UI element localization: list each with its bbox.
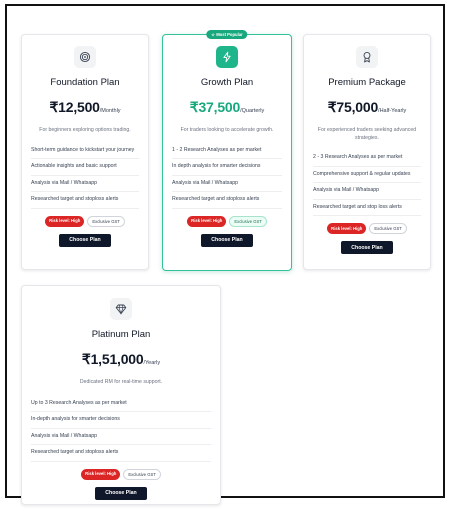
- price-row: ₹75,000/Half-Yearly: [304, 99, 430, 117]
- feature-item: 1 - 2 Research Analyses as per market: [172, 143, 282, 159]
- diamond-icon: [110, 298, 132, 320]
- plan-card-premium: Premium Package ₹75,000/Half-Yearly For …: [303, 34, 431, 270]
- badge-row: Risk level: High Exclusive GST: [163, 215, 291, 227]
- feature-item: Researched target and stoploss alerts: [172, 192, 282, 209]
- plan-card-growth: ☆ Most Popular Growth Plan ₹37,500/Quart…: [162, 30, 292, 271]
- risk-level-badge: Risk level: High: [187, 215, 227, 227]
- plan-description: Dedicated RM for real-time support.: [79, 379, 163, 385]
- feature-item: Researched target and stop loss alerts: [313, 200, 421, 216]
- plan-card-platinum: Platinum Plan ₹1,51,000/Yearly Dedicated…: [21, 285, 221, 505]
- plan-description: For experienced traders seeking advanced…: [317, 127, 417, 141]
- gst-badge: Exclusive GST: [123, 468, 161, 480]
- feature-item: Researched target and stoploss alerts: [31, 192, 139, 209]
- feature-item: Analysis via Mail / Whatsapp: [31, 176, 139, 192]
- plan-price: ₹75,000: [327, 99, 379, 115]
- choose-plan-button[interactable]: Choose Plan: [95, 486, 147, 500]
- feature-list: 1 - 2 Research Analyses as per market In…: [172, 143, 282, 209]
- feature-item: Analysis via Mail / Whatsapp: [313, 183, 421, 200]
- award-icon: [356, 46, 378, 68]
- price-row: ₹12,500/Monthly: [22, 99, 148, 117]
- plan-name: Premium Package: [328, 77, 406, 88]
- pricing-frame: Foundation Plan ₹12,500/Monthly For begi…: [5, 4, 445, 505]
- feature-item: In-depth analysis for smarter decisions: [31, 412, 211, 429]
- choose-plan-button[interactable]: Choose Plan: [341, 241, 393, 254]
- plan-description: For beginners exploring options trading.: [39, 127, 131, 133]
- feature-list: Up to 3 Research Analyses as per market …: [31, 396, 211, 462]
- risk-level-badge: Risk level: High: [327, 223, 367, 234]
- choose-plan-button[interactable]: Choose Plan: [59, 233, 111, 247]
- plan-price: ₹37,500: [189, 99, 241, 115]
- badge-row: Risk level: High Exclusive GST: [304, 223, 430, 234]
- feature-item: Analysis via Mail / Whatsapp: [31, 429, 211, 445]
- badge-row: Risk level: High Exclusive GST: [22, 468, 220, 480]
- feature-item: Up to 3 Research Analyses as per market: [31, 396, 211, 412]
- gst-badge: Exclusive GST: [87, 215, 125, 227]
- feature-item: Actionable insights and basic support: [31, 159, 139, 176]
- plan-name: Platinum Plan: [91, 329, 151, 340]
- plan-period: /Quarterly: [240, 108, 265, 114]
- badge-row: Risk level: High Exclusive GST: [22, 215, 148, 227]
- feature-item: Researched target and stoploss alerts: [31, 445, 211, 462]
- target-icon: [74, 46, 96, 68]
- most-popular-label: Most Popular: [216, 32, 243, 37]
- feature-item: 2 - 3 Research Analyses as per market: [313, 150, 421, 167]
- plan-name: Foundation Plan: [50, 77, 120, 88]
- gst-badge: Exclusive GST: [229, 215, 267, 227]
- plan-period: /Half-Yearly: [378, 108, 407, 114]
- risk-level-badge: Risk level: High: [45, 215, 85, 227]
- price-row: ₹37,500/Quarterly: [163, 99, 291, 117]
- feature-item: Analysis via Mail / Whatsapp: [172, 176, 282, 192]
- risk-level-badge: Risk level: High: [81, 468, 121, 480]
- most-popular-badge: ☆ Most Popular: [206, 30, 248, 39]
- gst-badge: Exclusive GST: [369, 223, 407, 234]
- feature-item: In depth analysis for smarter decisions: [172, 159, 282, 176]
- plan-name: Growth Plan: [200, 77, 254, 88]
- price-row: ₹1,51,000/Yearly: [22, 351, 220, 369]
- lightning-icon: [216, 46, 238, 68]
- feature-item: Short-term guidance to kickstart your jo…: [31, 143, 139, 159]
- plan-description: For traders looking to accelerate growth…: [180, 127, 274, 133]
- plan-period: /Yearly: [143, 360, 161, 366]
- feature-list: Short-term guidance to kickstart your jo…: [31, 143, 139, 209]
- plan-period: /Monthly: [99, 108, 121, 114]
- feature-item: Comprehensive support & regular updates: [313, 167, 421, 183]
- plan-price: ₹1,51,000: [81, 351, 144, 367]
- plan-card-foundation: Foundation Plan ₹12,500/Monthly For begi…: [21, 34, 149, 270]
- choose-plan-button[interactable]: Choose Plan: [201, 233, 253, 247]
- feature-list: 2 - 3 Research Analyses as per market Co…: [313, 150, 421, 216]
- plan-price: ₹12,500: [49, 99, 100, 115]
